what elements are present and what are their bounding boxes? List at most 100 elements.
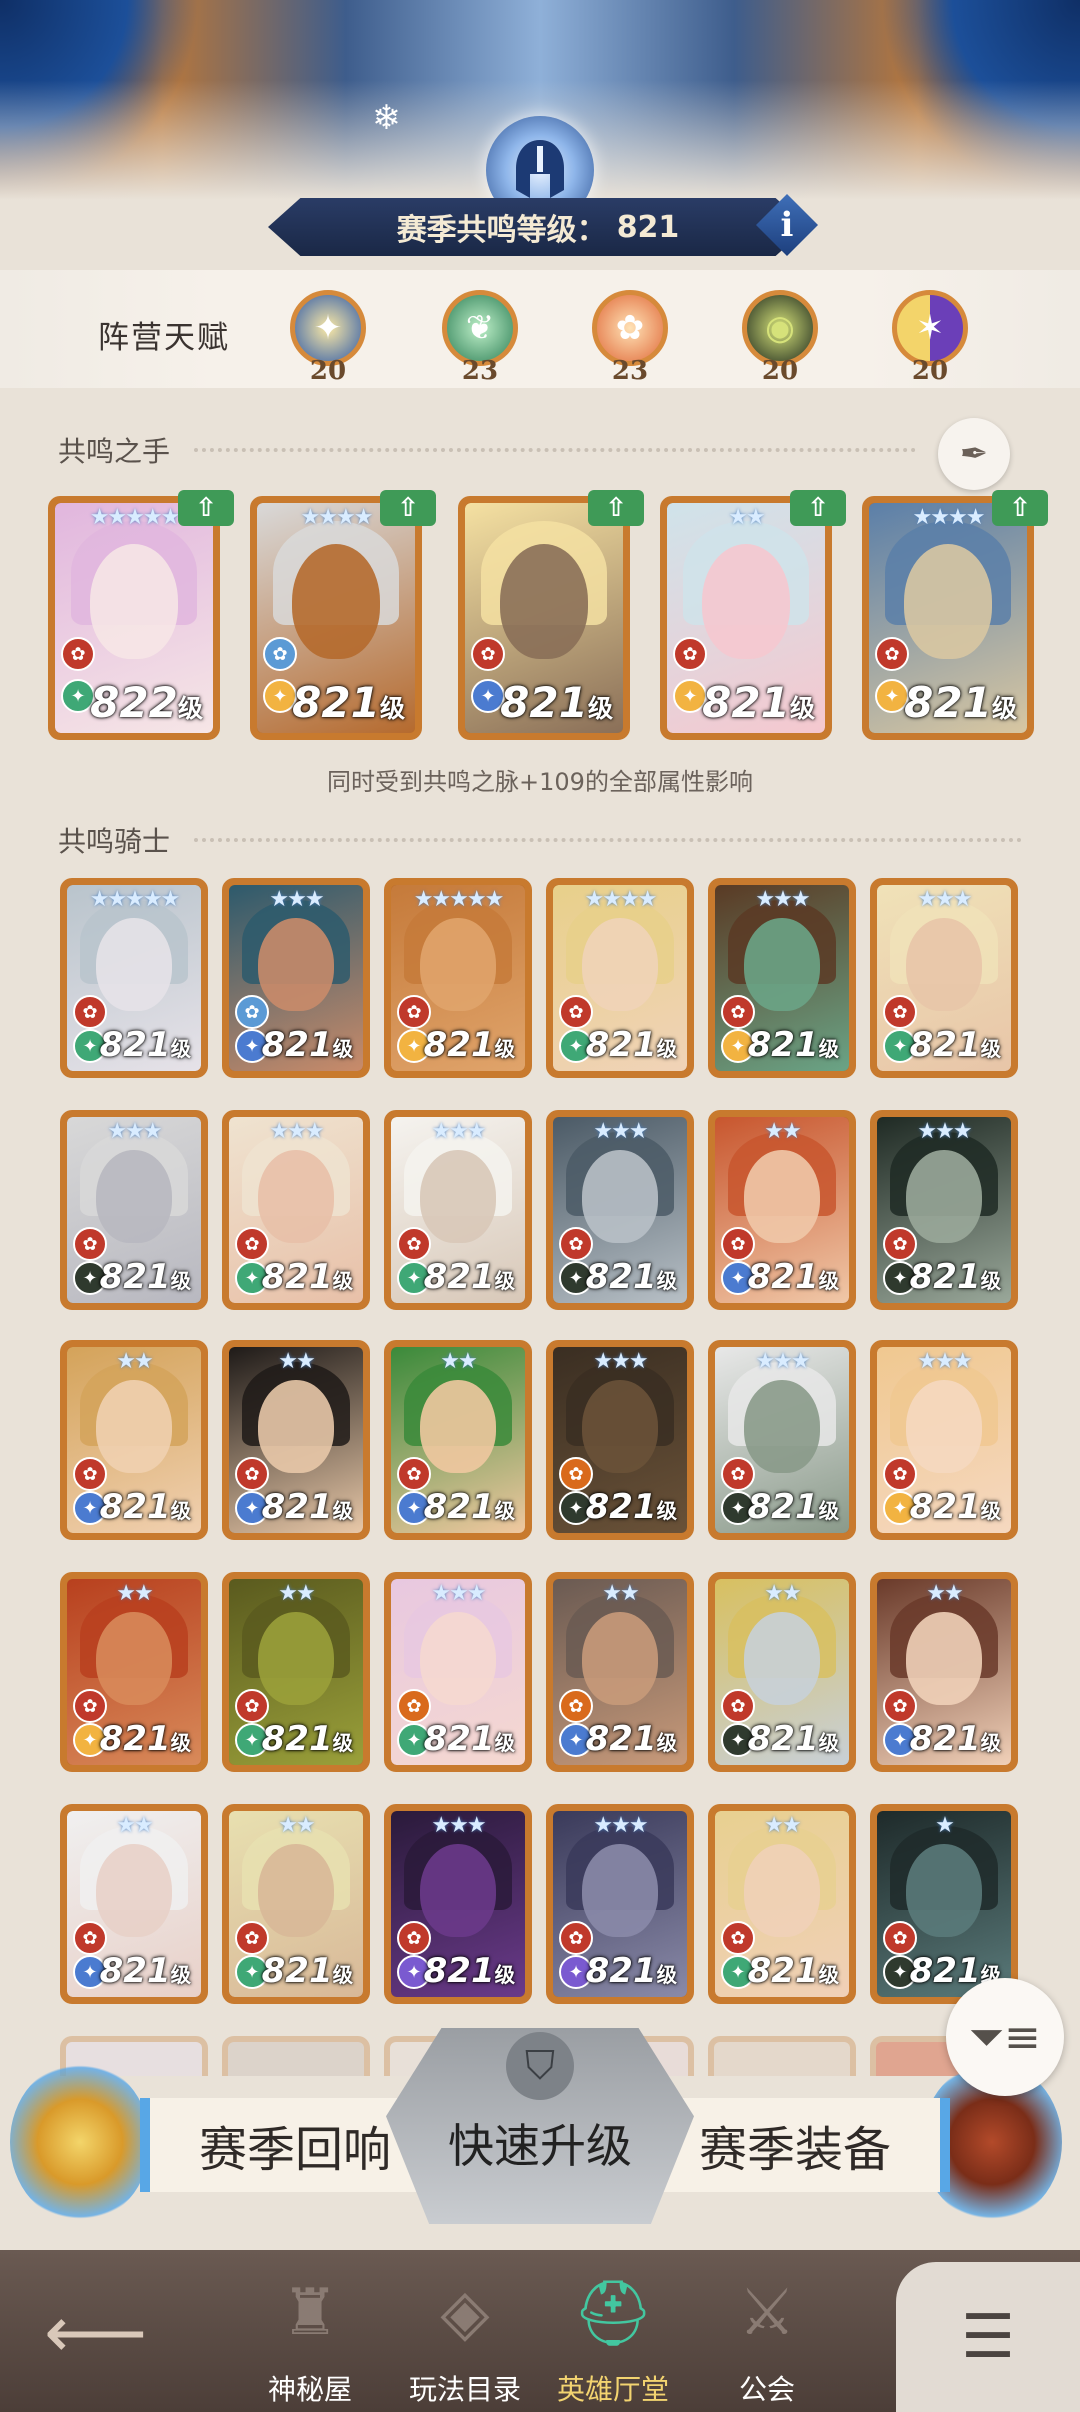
season-equipment-button[interactable]: 赛季装备: [650, 2098, 950, 2192]
quick-upgrade-label: 快速升级: [448, 2119, 632, 2173]
faction-celestial-hypogean[interactable]: ✶ 20: [884, 286, 974, 386]
hero-card[interactable]: ★★★ ✿ ✦ 821级: [870, 878, 1018, 1078]
star-rating: ★★★: [755, 887, 810, 912]
back-arrow-icon[interactable]: ⟵: [44, 2290, 147, 2374]
wilder-icon: ✿: [592, 290, 668, 366]
faction-graveborn[interactable]: ◉ 20: [734, 286, 824, 386]
star-rating: ★★★: [269, 887, 324, 912]
hero-level: 821级: [99, 1487, 191, 1527]
nav-play-catalog[interactable]: ◈ 玩法目录: [400, 2250, 530, 2412]
class-icon: ✿: [235, 1689, 269, 1723]
star-rating: ★★★: [917, 1119, 972, 1144]
hero-card[interactable]: ★★★ ✿ ✦ 821级: [546, 1110, 694, 1310]
hero-card[interactable]: ✿ ✦ 821级: [458, 496, 630, 740]
class-icon: ✿: [721, 995, 755, 1029]
hero-card[interactable]: ★★ ✿ ✦ 821级: [708, 1110, 856, 1310]
celestial-hypogean-icon: ✶: [892, 290, 968, 366]
hero-face: [582, 1844, 658, 1938]
hero-card[interactable]: ★★ ✿ ✦ 821级: [870, 1572, 1018, 1772]
nav-hero-hall[interactable]: ⛑ 英雄厅堂: [548, 2250, 678, 2412]
hero-card[interactable]: ★★★ ✿ ✦ 821级: [870, 1110, 1018, 1310]
class-icon: ✿: [397, 995, 431, 1029]
class-icon: ✿: [559, 1457, 593, 1491]
hero-card[interactable]: ★★★ ✿ ✦ 821级: [870, 1340, 1018, 1540]
faction-count: 20: [309, 356, 347, 386]
hero-card[interactable]: ★ ✿ ✦ 821级: [870, 1804, 1018, 2004]
class-icon: ✿: [875, 637, 909, 671]
hero-card[interactable]: ★★ ✿ ✦ 821级: [708, 1572, 856, 1772]
hero-card[interactable]: ★★ ✿ ✦ 821级: [60, 1804, 208, 2004]
hero-card[interactable]: ★★★ ✿ ✦ 821级: [222, 1110, 370, 1310]
hero-card[interactable]: ★★ ✿ ✦ 821级: [222, 1572, 370, 1772]
hero-card[interactable]: ★★ ✿ ✦ 821级: [60, 1340, 208, 1540]
hero-face: [258, 1612, 334, 1706]
faction-mauler[interactable]: ❦ 23: [434, 286, 524, 386]
menu-button[interactable]: ☰: [896, 2262, 1080, 2412]
hero-face: [582, 1612, 658, 1706]
hero-card[interactable]: ★★★ ✿ ✦ 821级: [60, 1110, 208, 1310]
star-rating: ★★: [764, 1813, 801, 1838]
hero-level: 821级: [585, 1951, 677, 1991]
hero-card[interactable]: ★★ ✿ ✦ 821级: [546, 1572, 694, 1772]
hero-card[interactable]: ★★★ ✿ ✦ 821级: [708, 878, 856, 1078]
quill-icon[interactable]: ✒: [938, 418, 1010, 490]
hero-level: 821级: [585, 1487, 677, 1527]
hero-face: [744, 1380, 820, 1474]
upgrade-arrow-icon[interactable]: ⇧: [380, 490, 436, 526]
hero-level: 821级: [99, 1951, 191, 1991]
upgrade-arrow-icon[interactable]: ⇧: [790, 490, 846, 526]
hero-card[interactable]: ★★ ✿ ✦ 821级: [60, 1572, 208, 1772]
star-rating: ★★: [926, 1581, 963, 1606]
hero-card[interactable]: ★★★ ✿ ✦ 821级: [546, 1340, 694, 1540]
hero-level: 821级: [585, 1257, 677, 1297]
hero-card[interactable]: ★★★★ ✿ ✦ 821级: [250, 496, 422, 740]
upgrade-arrow-icon[interactable]: ⇧: [992, 490, 1048, 526]
hero-face: [744, 1612, 820, 1706]
class-icon: ✿: [73, 1921, 107, 1955]
hero-card[interactable]: ★★★ ✿ ✦ 821级: [708, 1340, 856, 1540]
star-rating: ★★★: [431, 1813, 486, 1838]
hero-card[interactable]: ★★★ ✿ ✦ 821级: [222, 878, 370, 1078]
class-icon: ✿: [559, 995, 593, 1029]
filter-button[interactable]: ⏷≡: [946, 1978, 1064, 2096]
resonance-knights-title: 共鸣骑士: [58, 825, 171, 858]
star-rating: ★★: [116, 1813, 153, 1838]
hero-card[interactable]: ★★★★★ ✿ ✦ 822级: [48, 496, 220, 740]
mauler-icon: ❦: [442, 290, 518, 366]
faction-wilder[interactable]: ✿ 23: [584, 286, 674, 386]
class-icon: ✿: [721, 1227, 755, 1261]
upgrade-arrow-icon[interactable]: ⇧: [178, 490, 234, 526]
class-icon: ✿: [61, 637, 95, 671]
hero-card[interactable]: ★★★ ✿ ✦ 821级: [384, 1572, 532, 1772]
hero-level: 821级: [909, 1025, 1001, 1065]
hero-card[interactable]: ★★ ✿ ✦ 821级: [708, 1804, 856, 2004]
hero-card[interactable]: ★★★ ✿ ✦ 821级: [384, 1110, 532, 1310]
hero-level: 821级: [747, 1025, 839, 1065]
hero-card[interactable]: ★★★★★ ✿ ✦ 821级: [384, 878, 532, 1078]
hero-card[interactable]: ★★ ✿ ✦ 821级: [222, 1804, 370, 2004]
hero-card[interactable]: ★★ ✿ ✦ 821级: [660, 496, 832, 740]
nav-mystery-house[interactable]: ♜ 神秘屋: [250, 2250, 370, 2412]
hero-face: [96, 1150, 172, 1244]
star-rating: ★★★★★: [413, 887, 505, 912]
hero-card[interactable]: ★★★ ✿ ✦ 821级: [384, 1804, 532, 2004]
nav-label: 公会: [738, 2373, 795, 2406]
class-icon: ✿: [397, 1689, 431, 1723]
hero-level: 821级: [585, 1025, 677, 1065]
hero-face: [701, 544, 791, 660]
hero-card[interactable]: ★★★★★ ✿ ✦ 821级: [60, 878, 208, 1078]
star-rating: ★★★: [107, 1119, 162, 1144]
nav-guild[interactable]: ⚔ 公会: [712, 2250, 822, 2412]
hero-card[interactable]: ★★ ✿ ✦ 821级: [384, 1340, 532, 1540]
faction-count: 23: [611, 356, 649, 386]
hero-card[interactable]: ★★ ✿ ✦ 821级: [222, 1340, 370, 1540]
hero-card[interactable]: ★★★★ ✿ ✦ 821级: [862, 496, 1034, 740]
faction-lightbearer[interactable]: ✦ 20: [282, 286, 372, 386]
star-rating: ★★: [278, 1813, 315, 1838]
faction-count: 20: [911, 356, 949, 386]
upgrade-arrow-icon[interactable]: ⇧: [588, 490, 644, 526]
season-echo-label: 赛季回响: [198, 2122, 391, 2178]
hero-card[interactable]: ★★★★ ✿ ✦ 821级: [546, 878, 694, 1078]
hero-level: 821级: [909, 1257, 1001, 1297]
hero-card[interactable]: ★★★ ✿ ✦ 821级: [546, 1804, 694, 2004]
